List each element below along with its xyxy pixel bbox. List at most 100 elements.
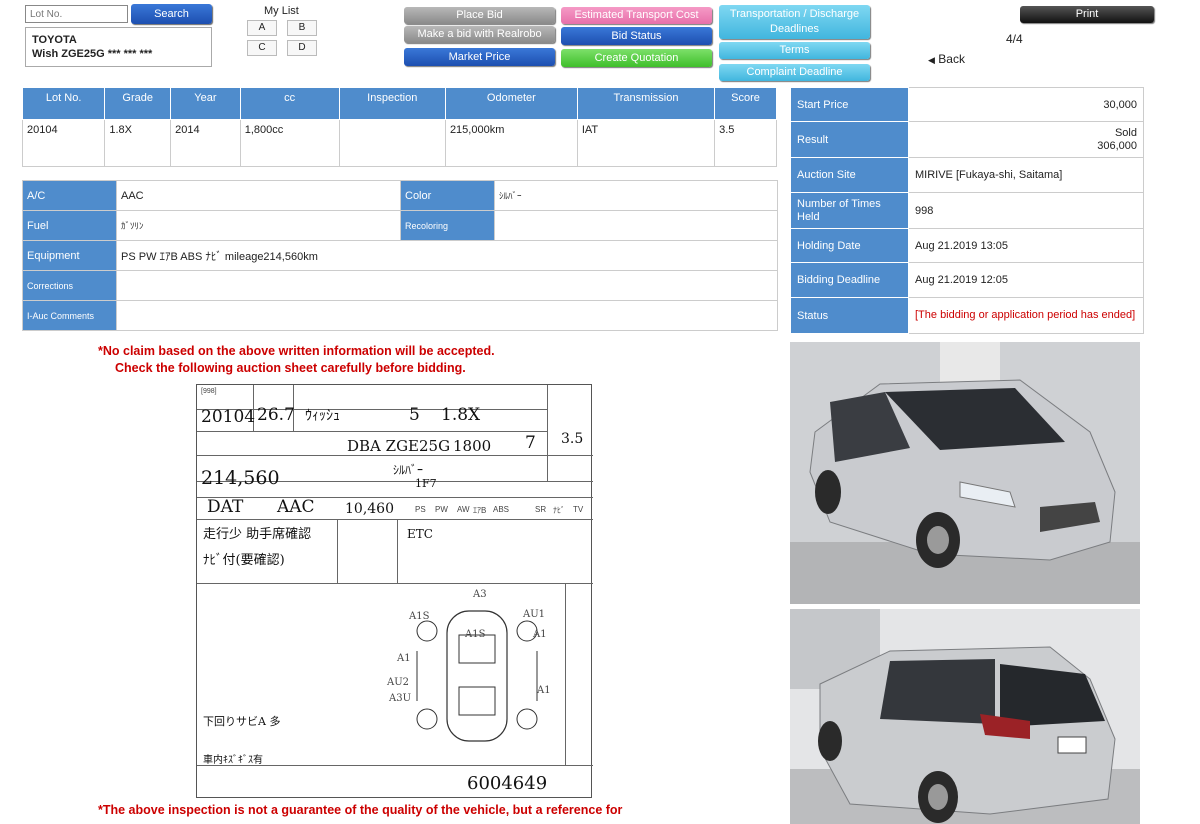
damage-mark-8: A3U [389,693,412,704]
sheet-equip-ps: PS [415,505,426,514]
vehicle-spec-table: Lot No. Grade Year cc Inspection Odomete… [21,87,777,167]
result-label: Result [790,121,909,158]
sheet-cc: 1800 [453,437,492,455]
bidding-deadline-value: Aug 21.2019 12:05 [908,262,1144,298]
color-label: Color [400,180,495,211]
ac-label: A/C [22,180,117,211]
sheet-score: 3.5 [561,431,584,447]
auction-site-label: Auction Site [790,157,909,193]
mylist-a-button[interactable]: A [247,20,277,36]
make-bid-realrobo-button[interactable]: Make a bid with Realrobo [404,26,555,43]
equipment-label: Equipment [22,240,117,271]
sheet-color: ｼﾙﾊﾞｰ [393,463,424,477]
damage-mark-9: A1 [533,629,547,640]
damage-mark-7: AU2 [387,677,410,688]
create-quotation-button[interactable]: Create Quotation [561,49,712,67]
comments-value [116,300,778,331]
corrections-label: Corrections [22,270,117,301]
result-status: Sold [1114,126,1137,139]
status-label: Status [790,297,909,334]
sheet-grade: 1.8X [441,405,481,425]
car-make: TOYOTA [32,34,77,46]
value-score: 3.5 [714,119,777,167]
back-link[interactable]: ◀ Back [928,52,965,66]
estimated-transport-button[interactable]: Estimated Transport Cost [561,7,712,24]
page-counter: 4/4 [1006,32,1023,46]
equipment-value: PS PW ｴｱB ABS ﾅﾋﾞ mileage214,560km [116,240,778,271]
sheet-equip-sr: SR [535,505,547,514]
mylist-c-button[interactable]: C [247,40,277,56]
car-title-box: TOYOTA Wish ZGE25G *** *** *** [25,27,212,67]
fuel-label: Fuel [22,210,117,241]
recoloring-label: Recoloring [400,210,495,241]
start-price-value: 30,000 [908,87,1144,122]
bidding-deadline-label: Bidding Deadline [790,262,909,298]
value-inspection [338,119,446,167]
bid-status-button[interactable]: Bid Status [561,27,712,45]
sheet-etc: ETC [407,527,433,541]
bottom-disclaimer: *The above inspection is not a guarantee… [98,803,623,817]
terms-button[interactable]: Terms [719,42,870,59]
sheet-year: 26.7 [257,405,295,425]
sheet-equip-pw: PW [435,505,448,514]
claim-warning-line2: Check the following auction sheet carefu… [115,361,466,375]
fuel-value: ｶﾞｿﾘﾝ [116,210,401,241]
sheet-equip-airbag: ｴｱB [473,506,487,515]
auction-site-value: MIRIVE [Fukaya-shi, Saitama] [908,157,1144,193]
lot-number-input[interactable] [25,5,128,23]
header-grade: Grade [104,87,172,120]
times-held-label: Number of Times Held [790,192,909,229]
value-cc: 1,800cc [239,119,340,167]
back-label: Back [938,52,965,66]
header-score: Score [714,87,777,120]
start-price-label: Start Price [790,87,909,122]
transport-deadlines-button[interactable]: Transportation / Discharge Deadlines [719,5,870,39]
sheet-equip-abs: ABS [493,505,510,514]
sheet-bottom-handwriting: 下回りサビA 多 [203,715,281,728]
result-price: 306,000 [1097,139,1137,152]
sheet-model: ｳｨｯｼｭ [305,408,340,424]
damage-mark-3: A1S [465,629,486,640]
complaint-deadline-button[interactable]: Complaint Deadline [719,64,870,81]
sheet-color-code: 1F7 [415,477,437,490]
value-year: 2014 [170,119,241,167]
sheet-equip-aw: AW [457,505,470,514]
vehicle-detail-table: A/C AAC Color ｼﾙﾊﾞｰ Fuel ｶﾞｿﾘﾝ Recolorin… [22,180,778,331]
status-value: [The bidding or application period has e… [908,297,1144,334]
header-cc: cc [239,87,340,120]
ac-value: AAC [116,180,401,211]
recoloring-value [494,210,778,241]
holding-date-label: Holding Date [790,228,909,263]
car-model: Wish ZGE25G *** *** *** [32,48,153,60]
damage-mark-2: AU1 [523,609,546,620]
car-front-photo[interactable] [790,342,1140,604]
car-rear-photo[interactable] [790,609,1140,824]
market-price-button[interactable]: Market Price [404,48,555,66]
claim-warning-line1: *No claim based on the above written inf… [98,344,495,358]
header-inspection: Inspection [338,87,446,120]
value-transmission: IAT [576,119,716,167]
sheet-auction-no: [998] [201,388,217,395]
damage-mark-6: A1 [537,685,551,696]
header-year: Year [170,87,241,120]
search-button[interactable]: Search [131,4,212,24]
value-odometer: 215,000km [444,119,578,167]
car-rear-image [790,609,1140,824]
mylist-d-button[interactable]: D [287,40,317,56]
value-grade: 1.8X [104,119,172,167]
color-value: ｼﾙﾊﾞｰ [494,180,778,211]
sheet-trans: DAT [207,497,244,517]
sheet-recycle: 10,460 [345,501,394,517]
damage-mark-1: A1S [409,611,430,622]
sheet-seats: 7 [525,433,536,453]
sheet-mileage: 214,560 [201,467,280,489]
header-odometer: Odometer [444,87,578,120]
print-button[interactable]: Print [1020,6,1154,23]
mylist-label: My List [264,5,299,17]
corrections-value [116,270,778,301]
comments-label: I-Auc Comments [22,300,117,331]
sheet-lot: 20104 [201,407,256,427]
place-bid-button[interactable]: Place Bid [404,7,555,24]
mylist-b-button[interactable]: B [287,20,317,36]
damage-mark-5: A1 [397,653,411,664]
